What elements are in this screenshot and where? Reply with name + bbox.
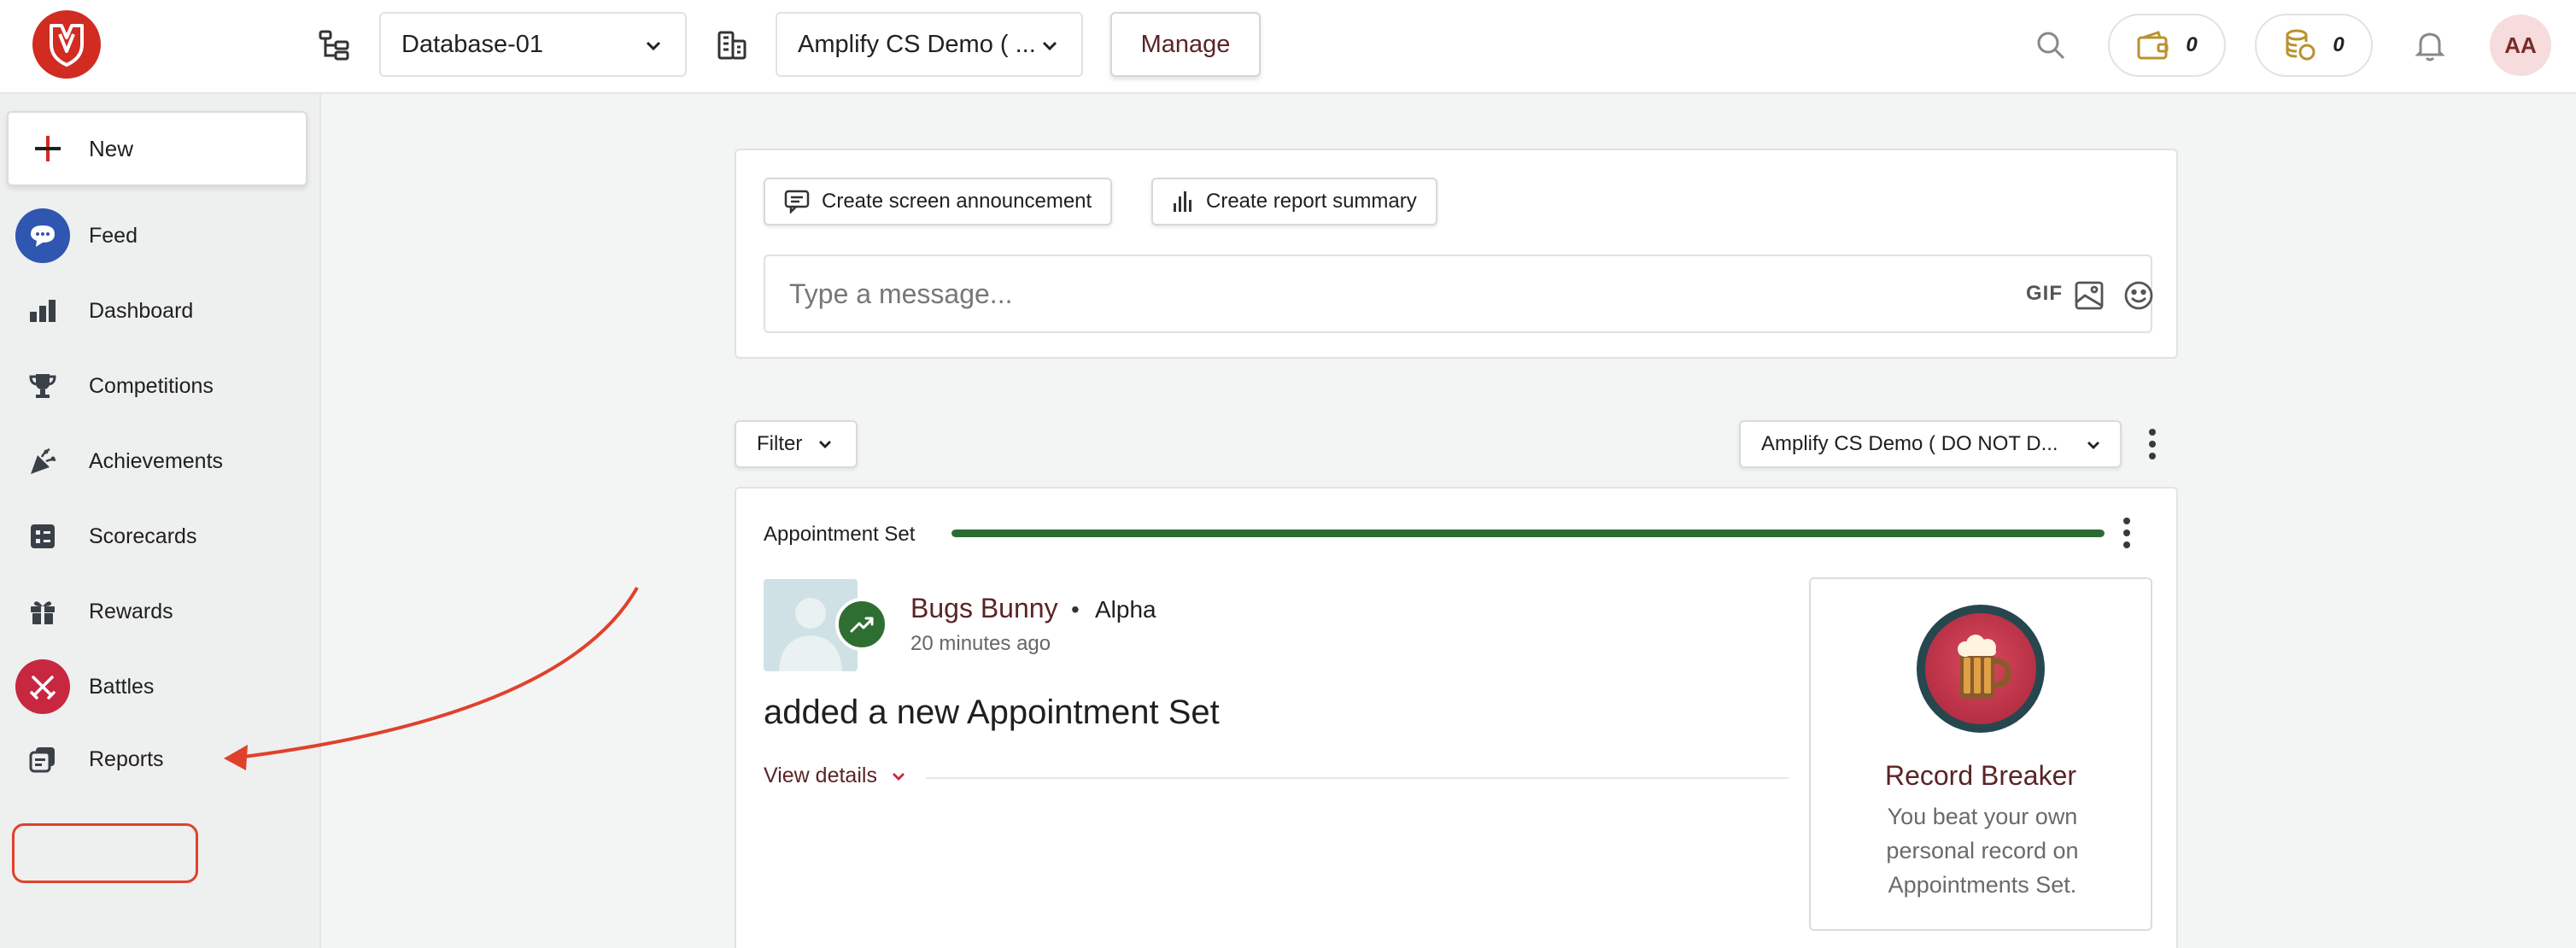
chat-bubble-icon xyxy=(15,208,70,263)
sidebar-item-dashboard[interactable]: Dashboard xyxy=(15,281,297,341)
logo-icon xyxy=(50,24,84,67)
card-options-icon[interactable] xyxy=(2123,518,2130,548)
trophy-icon xyxy=(15,359,70,413)
image-icon[interactable] xyxy=(2074,280,2105,311)
announcement-icon xyxy=(784,190,810,214)
hierarchy-icon[interactable] xyxy=(314,26,354,65)
reports-icon xyxy=(15,732,70,787)
wallet-counter[interactable]: 0 xyxy=(2108,14,2226,77)
wallet-icon xyxy=(2137,31,2169,60)
badge-title: Record Breaker xyxy=(1884,760,2077,791)
coins-icon xyxy=(2286,29,2315,61)
badge-medal xyxy=(1917,605,2045,733)
timestamp: 20 minutes ago xyxy=(910,632,1051,655)
sidebar-item-label: Scorecards xyxy=(89,524,197,548)
coins-count: 0 xyxy=(2333,33,2345,56)
post-composer: Create screen announcement Create report… xyxy=(735,149,2178,359)
view-details-toggle[interactable]: View details xyxy=(764,764,908,788)
organization-select[interactable]: Amplify CS Demo ( ... xyxy=(776,12,1083,77)
activity-text: added a new Appointment Set xyxy=(764,693,1220,731)
sidebar-item-competitions[interactable]: Competitions xyxy=(15,356,297,416)
feed-card: Appointment Set Bugs Bunny • Alpha 20 mi… xyxy=(735,487,2178,948)
reports-highlight xyxy=(12,823,198,883)
chevron-down-icon xyxy=(1042,41,1057,51)
building-icon[interactable] xyxy=(712,26,752,65)
message-input[interactable] xyxy=(789,272,1968,316)
feed-scope-value: Amplify CS Demo ( DO NOT D... xyxy=(1761,432,2058,455)
gift-icon xyxy=(15,584,70,639)
badge-description: You beat your own personal record on App… xyxy=(1886,804,2079,898)
top-bar: Database-01 Amplify CS Demo ( ... Manage… xyxy=(0,0,2576,94)
create-announcement-button[interactable]: Create screen announcement xyxy=(764,178,1113,225)
emoji-icon[interactable] xyxy=(2123,280,2154,311)
feed-scope-select[interactable]: Amplify CS Demo ( DO NOT D... xyxy=(1739,420,2122,468)
annotation-arrow xyxy=(224,587,639,770)
progress-bar xyxy=(951,530,2105,537)
chevron-down-icon xyxy=(819,441,832,448)
search-icon[interactable] xyxy=(2031,26,2070,65)
sidebar-item-label: Battles xyxy=(89,674,155,699)
user-name-link[interactable]: Bugs Bunny xyxy=(910,593,1058,624)
party-popper-icon xyxy=(15,434,70,489)
database-select[interactable]: Database-01 xyxy=(379,12,687,77)
progress-fill xyxy=(951,530,2105,537)
trending-up-icon xyxy=(835,598,888,651)
sidebar-item-feed[interactable]: Feed xyxy=(15,206,297,266)
bell-icon[interactable] xyxy=(2410,26,2450,65)
divider xyxy=(926,777,1789,779)
team-name: Alpha xyxy=(1095,596,1156,623)
bar-chart-icon xyxy=(15,284,70,338)
crossed-swords-icon xyxy=(15,659,70,714)
app-logo[interactable] xyxy=(32,10,101,79)
new-button-label: New xyxy=(89,135,134,161)
view-details-label: View details xyxy=(764,764,877,787)
wallet-count: 0 xyxy=(2186,33,2198,56)
separator-dot: • xyxy=(1071,596,1080,623)
sidebar-item-scorecards[interactable]: Scorecards xyxy=(15,506,297,566)
sidebar-item-label: Reports xyxy=(89,746,164,771)
message-box: GIF xyxy=(764,255,2154,333)
beer-mug-icon xyxy=(1958,635,2011,699)
achievement-badge-card: Record Breaker You beat your own persona… xyxy=(1809,577,2152,931)
chevron-down-icon xyxy=(2087,442,2099,449)
card-title: Appointment Set xyxy=(764,523,916,546)
sidebar-item-label: Rewards xyxy=(89,599,173,623)
scorecard-icon xyxy=(15,509,70,564)
chevron-down-icon xyxy=(646,41,661,51)
sidebar-item-label: Competitions xyxy=(89,373,214,398)
database-select-value: Database-01 xyxy=(401,30,544,58)
coins-counter[interactable]: 0 xyxy=(2255,14,2373,77)
manage-button[interactable]: Manage xyxy=(1110,12,1261,77)
sidebar-item-label: Feed xyxy=(89,223,138,248)
chevron-down-icon xyxy=(892,772,905,781)
gif-button[interactable]: GIF xyxy=(2026,282,2063,306)
filter-label: Filter xyxy=(757,432,803,455)
new-button[interactable]: New xyxy=(7,111,307,186)
user-avatar[interactable]: AA xyxy=(2490,15,2551,76)
create-report-summary-button[interactable]: Create report summary xyxy=(1151,178,1437,225)
sidebar-item-label: Dashboard xyxy=(89,298,194,323)
bar-chart-icon xyxy=(1174,191,1191,212)
feed-options-icon[interactable] xyxy=(2149,429,2156,459)
plus-icon xyxy=(35,136,61,161)
sidebar-item-label: Achievements xyxy=(89,448,224,473)
organization-select-value: Amplify CS Demo ( ... xyxy=(798,30,1036,58)
create-report-summary-label: Create report summary xyxy=(1206,190,1417,213)
sidebar-item-achievements[interactable]: Achievements xyxy=(15,431,297,491)
filter-button[interactable]: Filter xyxy=(735,420,858,468)
create-announcement-label: Create screen announcement xyxy=(822,190,1092,213)
sidebar: New Feed Dashboard Competitions Achievem… xyxy=(0,94,321,948)
